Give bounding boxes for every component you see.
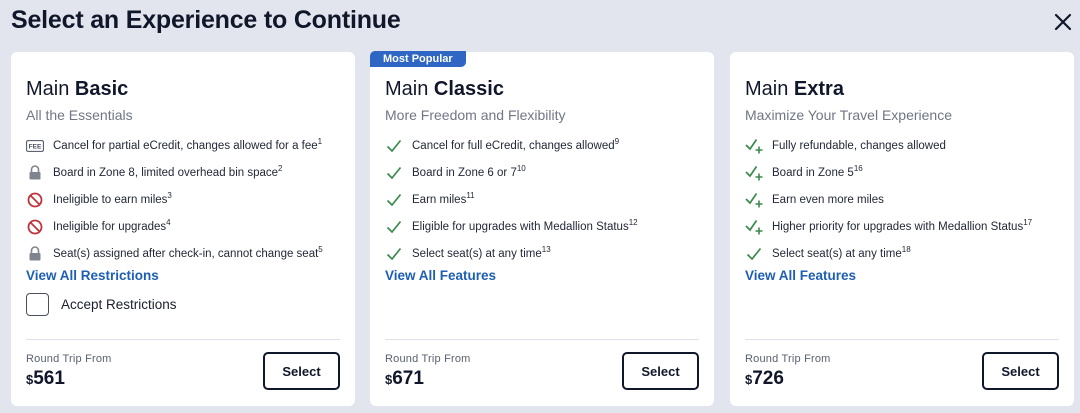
view-all-restrictions-link[interactable]: View All Restrictions (26, 268, 159, 283)
price: $561 (26, 368, 65, 389)
fare-card-main-extra: Main Extra Maximize Your Travel Experien… (730, 52, 1074, 406)
card-subtitle: More Freedom and Flexibility (385, 107, 566, 123)
check-icon (385, 164, 403, 182)
feature-item: Select seat(s) at any time13 (385, 240, 638, 267)
feature-text: Seat(s) assigned after check-in, cannot … (53, 244, 323, 260)
card-subtitle: All the Essentials (26, 107, 133, 123)
feature-item: Eligible for upgrades with Medallion Sta… (385, 213, 638, 240)
feature-text: Earn even more miles (772, 193, 884, 206)
feature-item: Earn miles11 (385, 186, 638, 213)
check-icon (385, 245, 403, 263)
divider (385, 339, 699, 340)
feature-item: Seat(s) assigned after check-in, cannot … (26, 240, 323, 267)
accept-restrictions[interactable]: Accept Restrictions (26, 293, 177, 316)
price-label: Round Trip From (26, 353, 112, 365)
feature-text: Select seat(s) at any time13 (412, 244, 551, 260)
feature-list: Cancel for full eCredit, changes allowed… (385, 132, 638, 267)
feature-item: Board in Zone 6 or 710 (385, 159, 638, 186)
most-popular-badge: Most Popular (370, 51, 466, 67)
card-title: Main Extra (745, 78, 844, 100)
close-icon[interactable] (1051, 10, 1075, 34)
feature-text: Board in Zone 8, limited overhead bin sp… (53, 163, 283, 179)
check-plus-icon (745, 218, 763, 236)
feature-text: Earn miles11 (412, 190, 475, 206)
select-classic-button[interactable]: Select (622, 352, 699, 390)
svg-text:FEE: FEE (29, 143, 42, 150)
feature-item: Ineligible for upgrades4 (26, 213, 323, 240)
view-all-features-link[interactable]: View All Features (385, 268, 496, 283)
card-title: Main Basic (26, 78, 129, 100)
card-title: Main Classic (385, 78, 504, 100)
check-icon (745, 245, 763, 263)
feature-text: Cancel for partial eCredit, changes allo… (53, 136, 323, 152)
feature-text: Ineligible for upgrades4 (53, 217, 171, 233)
feature-text: Select seat(s) at any time18 (772, 244, 911, 260)
feature-text: Eligible for upgrades with Medallion Sta… (412, 217, 638, 233)
feature-item: Earn even more miles (745, 186, 1032, 213)
divider (745, 339, 1059, 340)
feature-item: Ineligible to earn miles3 (26, 186, 323, 213)
check-icon (385, 137, 403, 155)
feature-text: Ineligible to earn miles3 (53, 190, 172, 206)
feature-text: Fully refundable, changes allowed (772, 139, 946, 152)
feature-item: Board in Zone 8, limited overhead bin sp… (26, 159, 323, 186)
price: $726 (745, 368, 784, 389)
feature-item: Higher priority for upgrades with Medall… (745, 213, 1032, 240)
check-icon (385, 218, 403, 236)
feature-item: FEE Cancel for partial eCredit, changes … (26, 132, 323, 159)
feature-item: Fully refundable, changes allowed (745, 132, 1032, 159)
view-all-features-link[interactable]: View All Features (745, 268, 856, 283)
check-plus-icon (745, 164, 763, 182)
accept-restrictions-checkbox[interactable] (26, 293, 49, 316)
fare-card-main-basic: Main Basic All the Essentials FEE Cancel… (11, 52, 355, 406)
feature-text: Cancel for full eCredit, changes allowed… (412, 136, 620, 152)
lock-icon (26, 245, 44, 263)
feature-text: Higher priority for upgrades with Medall… (772, 217, 1033, 233)
card-subtitle: Maximize Your Travel Experience (745, 107, 952, 123)
feature-item: Board in Zone 516 (745, 159, 1032, 186)
feature-text: Board in Zone 6 or 710 (412, 163, 526, 179)
feature-item: Cancel for full eCredit, changes allowed… (385, 132, 638, 159)
feature-text: Board in Zone 516 (772, 163, 863, 179)
fare-card-main-classic: Most Popular Main Classic More Freedom a… (370, 51, 714, 406)
select-basic-button[interactable]: Select (263, 352, 340, 390)
select-extra-button[interactable]: Select (982, 352, 1059, 390)
divider (26, 339, 340, 340)
price-label: Round Trip From (745, 353, 831, 365)
modal-title: Select an Experience to Continue (11, 6, 401, 34)
check-icon (385, 191, 403, 209)
feature-item: Select seat(s) at any time18 (745, 240, 1032, 267)
price-label: Round Trip From (385, 353, 471, 365)
price: $671 (385, 368, 424, 389)
fee-icon: FEE (26, 137, 44, 155)
prohibited-icon (26, 191, 44, 209)
feature-list: Fully refundable, changes allowed Board … (745, 132, 1032, 267)
feature-list: FEE Cancel for partial eCredit, changes … (26, 132, 323, 267)
accept-restrictions-label: Accept Restrictions (61, 297, 177, 312)
lock-icon (26, 164, 44, 182)
check-plus-icon (745, 191, 763, 209)
prohibited-icon (26, 218, 44, 236)
check-plus-icon (745, 137, 763, 155)
